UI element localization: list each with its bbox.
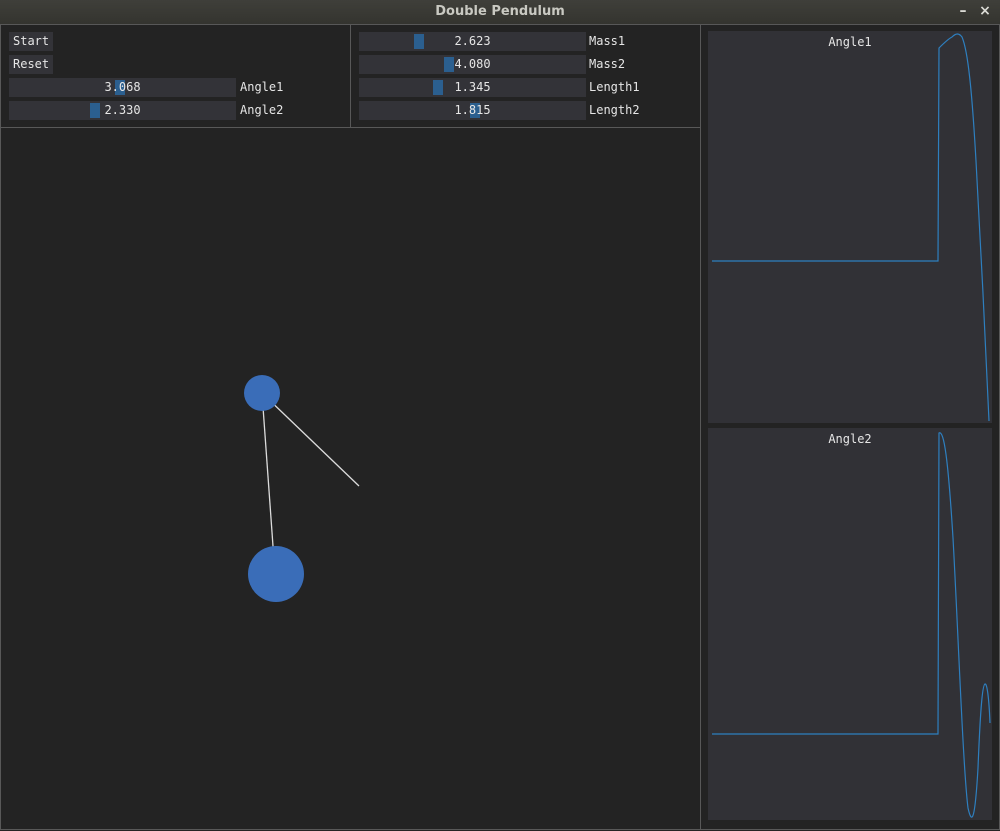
angle1-plot: Angle1: [708, 31, 992, 423]
mass2-value: 4.080: [454, 57, 491, 71]
mass1-value: 2.623: [454, 34, 491, 48]
mass2-slider[interactable]: 4.080: [359, 55, 586, 74]
length2-slider[interactable]: 1.815: [359, 101, 586, 120]
angle1-label: Angle1: [240, 80, 284, 94]
angle1-value: 3.068: [104, 80, 141, 94]
rod-1: [261, 392, 360, 487]
reset-button[interactable]: Reset: [9, 55, 54, 74]
mass1-slider[interactable]: 2.623: [359, 32, 586, 51]
angle2-plot: Angle2: [708, 428, 992, 820]
title-bar[interactable]: Double Pendulum – ×: [0, 0, 1000, 25]
length1-value: 1.345: [454, 80, 491, 94]
angle1-plot-graph: [712, 33, 990, 422]
angle2-plot-graph: [712, 432, 991, 818]
angle1-slider[interactable]: 3.068: [9, 78, 236, 97]
controls-panel-right: 2.623 Mass1 4.080 Mass2 1.345 Length1 1.…: [350, 24, 701, 128]
angle2-series-line: [712, 432, 991, 818]
mass1-label: Mass1: [589, 34, 626, 48]
close-icon[interactable]: ×: [977, 3, 993, 19]
angle1-series-line: [712, 33, 990, 422]
length1-label: Length1: [589, 80, 640, 94]
angle2-plot-title: Angle2: [828, 432, 872, 446]
length2-label: Length2: [589, 103, 640, 117]
bob-1: [244, 375, 280, 411]
length1-slider[interactable]: 1.345: [359, 78, 586, 97]
mass2-label: Mass2: [589, 57, 626, 71]
angle1-plot-title: Angle1: [828, 35, 872, 49]
angle2-slider[interactable]: 2.330: [9, 101, 236, 120]
pendulum-drawing: [244, 375, 360, 602]
angle2-value: 2.330: [104, 103, 141, 117]
controls-panel-left: Start Reset 3.068 Angle1 2.330 Angle2: [0, 24, 351, 128]
simulation-canvas: [0, 127, 701, 830]
window-title: Double Pendulum: [435, 4, 565, 19]
length2-value: 1.815: [454, 103, 491, 117]
bob-2: [248, 546, 304, 602]
start-button[interactable]: Start: [9, 32, 54, 51]
angle2-label: Angle2: [240, 103, 284, 117]
minimize-icon[interactable]: –: [955, 3, 971, 19]
